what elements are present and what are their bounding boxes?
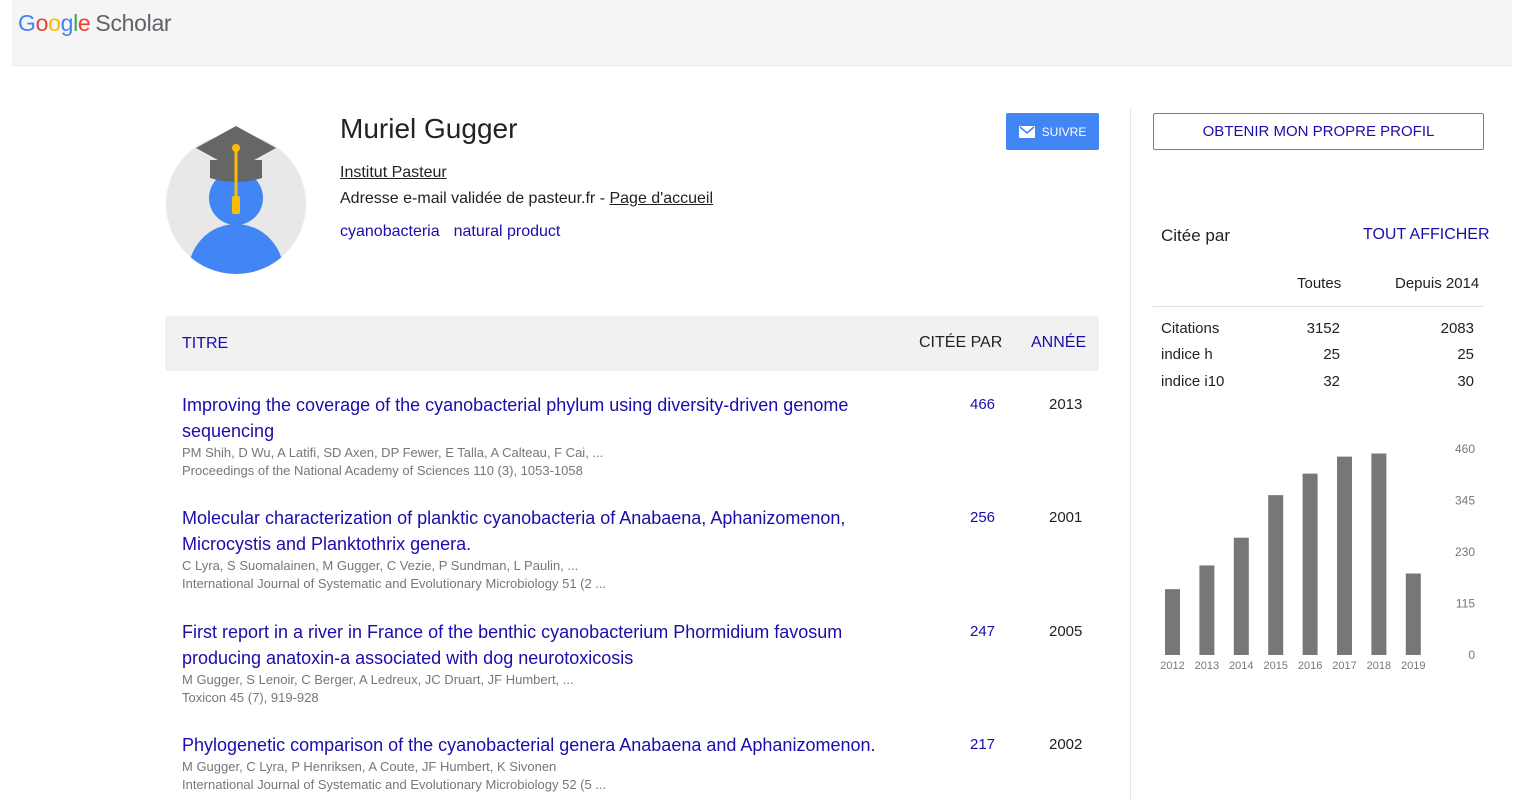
publication-authors: M Gugger, S Lenoir, C Berger, A Ledreux,… [182,672,574,687]
publication-title-link[interactable]: First report in a river in France of the… [182,619,922,671]
citations-bar-chart: 2012 2013 2014 2015 2016 2017 2018 2019 0 115 230 3… [1160,442,1475,672]
chart-bar [1268,495,1284,655]
follow-label: SUIVRE [1041,124,1087,139]
chart-bar [1199,565,1215,655]
stat-label: Citations [1161,320,1220,337]
chart-bar [1165,589,1180,655]
sort-by-title[interactable]: TITRE [182,335,228,353]
publication-venue: International Journal of Systematic and … [182,576,607,591]
table-row: Phylogenetic comparison of the cyanobact… [182,732,1099,794]
publication-venue: International Journal of Systematic and … [182,777,607,792]
publication-authors: C Lyra, S Suomalainen, M Gugger, C Vezie… [182,558,579,573]
chart-bar [1302,473,1318,655]
x-tick-label: 2017 [1332,660,1356,672]
x-tick-label: 2019 [1401,660,1425,672]
affiliation-link[interactable]: Institut Pasteur [340,164,447,182]
column-divider [1130,108,1131,800]
x-tick-label: 2015 [1263,660,1287,672]
publication-authors: M Gugger, C Lyra, P Henriksen, A Coute, … [182,759,557,774]
interest-link[interactable]: cyanobacteria [340,223,440,240]
chart-bar [1371,453,1387,655]
stat-all-value: 3152 [1306,320,1340,337]
publication-title-link[interactable]: Phylogenetic comparison of the cyanobact… [182,732,922,758]
table-row: First report in a river in France of the… [182,619,1099,707]
x-tick-label: 2013 [1195,660,1219,672]
verified-email-text: Adresse e-mail validée de pasteur.fr - [340,190,610,207]
stat-label: indice i10 [1161,373,1225,390]
x-tick-label: 2012 [1160,660,1184,672]
publication-year: 2005 [1049,623,1083,640]
follow-button[interactable]: SUIVRE [1006,113,1099,150]
show-all-link[interactable]: TOUT AFFICHER [1363,226,1490,244]
cited-count-link[interactable]: 217 [970,736,995,753]
google-scholar-logo[interactable]: Google Scholar [18,10,172,37]
table-row: Molecular characterization of planktic c… [182,505,1099,593]
logo-letter: o [35,10,49,36]
stats-divider [1153,306,1483,307]
profile-name: Muriel Gugger [340,113,518,144]
citations-per-year-chart: 2012 2013 2014 2015 2016 2017 2018 2019 0 115 230 3… [1153,436,1483,676]
stat-all-value: 25 [1323,346,1340,363]
research-interests: cyanobacteria natural product [340,223,574,241]
x-tick-label: 2018 [1367,660,1391,672]
y-tick-label: 230 [1455,545,1475,559]
get-own-profile-button[interactable]: OBTENIR MON PROPRE PROFIL [1153,113,1484,150]
chart-bar [1405,573,1421,655]
x-tick-label: 2016 [1298,660,1322,672]
logo-letter: o [48,10,61,36]
logo-letter: g [60,10,74,36]
logo-letter: e [77,10,91,36]
chart-bar [1233,537,1249,655]
publication-title-link[interactable]: Improving the coverage of the cyanobacte… [182,392,922,444]
stat-since-value: 30 [1457,373,1474,390]
x-tick-label: 2014 [1229,660,1253,672]
stats-column-all: Toutes [1297,275,1342,292]
homepage-link[interactable]: Page d'accueil [609,190,713,207]
logo-scholar-text: Scholar [95,10,172,36]
logo-letter: G [18,10,36,36]
sort-by-year[interactable]: ANNÉE [1031,334,1086,352]
publication-year: 2002 [1049,736,1083,753]
top-bar: Google Scholar [12,0,1512,66]
y-tick-label: 345 [1455,494,1475,508]
publication-title-link[interactable]: Molecular characterization of planktic c… [182,505,922,557]
envelope-icon [1018,125,1035,138]
publication-venue: Proceedings of the National Academy of S… [182,463,583,478]
publication-year: 2013 [1049,396,1083,413]
publication-authors: PM Shih, D Wu, A Latifi, SD Axen, DP Few… [182,445,604,460]
stat-since-value: 25 [1457,346,1474,363]
stat-all-value: 32 [1323,373,1340,390]
email-line: Adresse e-mail validée de pasteur.fr - P… [340,190,713,208]
cited-by-column-header: CITÉE PAR [919,334,1003,351]
cited-count-link[interactable]: 256 [970,509,995,526]
y-tick-label: 0 [1468,648,1475,662]
stat-since-value: 2083 [1440,320,1474,337]
profile-avatar [165,108,307,274]
stats-column-since: Depuis 2014 [1395,275,1480,292]
stat-label: indice h [1161,346,1213,363]
publications-table-header: TITRE CITÉE PAR ANNÉE [165,316,1099,371]
publication-venue: Toxicon 45 (7), 919-928 [182,690,319,705]
y-tick-label: 115 [1456,597,1475,611]
publication-year: 2001 [1049,509,1083,526]
interest-link[interactable]: natural product [454,223,561,240]
cited-count-link[interactable]: 466 [970,396,995,413]
y-tick-label: 460 [1455,442,1475,456]
cited-by-heading: Citée par [1161,226,1230,245]
chart-bar [1337,456,1352,655]
scholar-avatar-icon [166,126,306,274]
table-row: Improving the coverage of the cyanobacte… [182,392,1099,480]
cited-count-link[interactable]: 247 [970,623,995,640]
